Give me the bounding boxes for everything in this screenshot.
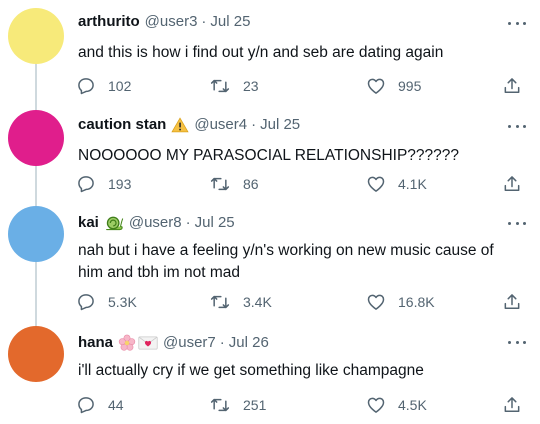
share-button[interactable] <box>502 393 522 417</box>
reply-button[interactable]: 44 <box>76 393 124 417</box>
retweet-button[interactable]: 251 <box>209 393 266 417</box>
retweet-count: 251 <box>243 397 267 413</box>
avatar[interactable] <box>8 326 64 382</box>
separator-dot: · <box>219 334 225 351</box>
like-button[interactable]: 4.5K <box>366 393 427 417</box>
tweet-actions: 44 251 4.5K <box>76 393 526 417</box>
tweet-date[interactable]: Jul 26 <box>229 332 269 354</box>
tweet-text: i'll actually cry if we get something li… <box>78 362 424 379</box>
like-count: 4.5K <box>398 397 427 413</box>
love-letter-emoji-icon <box>138 335 158 351</box>
tweet-header: hana @user7 · Jul 26 <box>78 332 269 354</box>
more-options-icon[interactable] <box>508 335 526 349</box>
reply-icon <box>78 397 94 414</box>
tweet[interactable]: hana @user7 · Jul 26 i'll actually cry i… <box>0 0 540 424</box>
heart-icon <box>367 397 385 413</box>
blossom-emoji-icon <box>118 334 136 352</box>
user-handle[interactable]: @user7 <box>163 332 216 354</box>
retweet-icon <box>210 398 230 412</box>
display-name[interactable]: hana <box>78 332 113 354</box>
reply-count: 44 <box>108 397 124 413</box>
share-icon <box>504 397 520 412</box>
tweet-thread: arthurito @user3 · Jul 25 and this is ho… <box>0 0 540 424</box>
